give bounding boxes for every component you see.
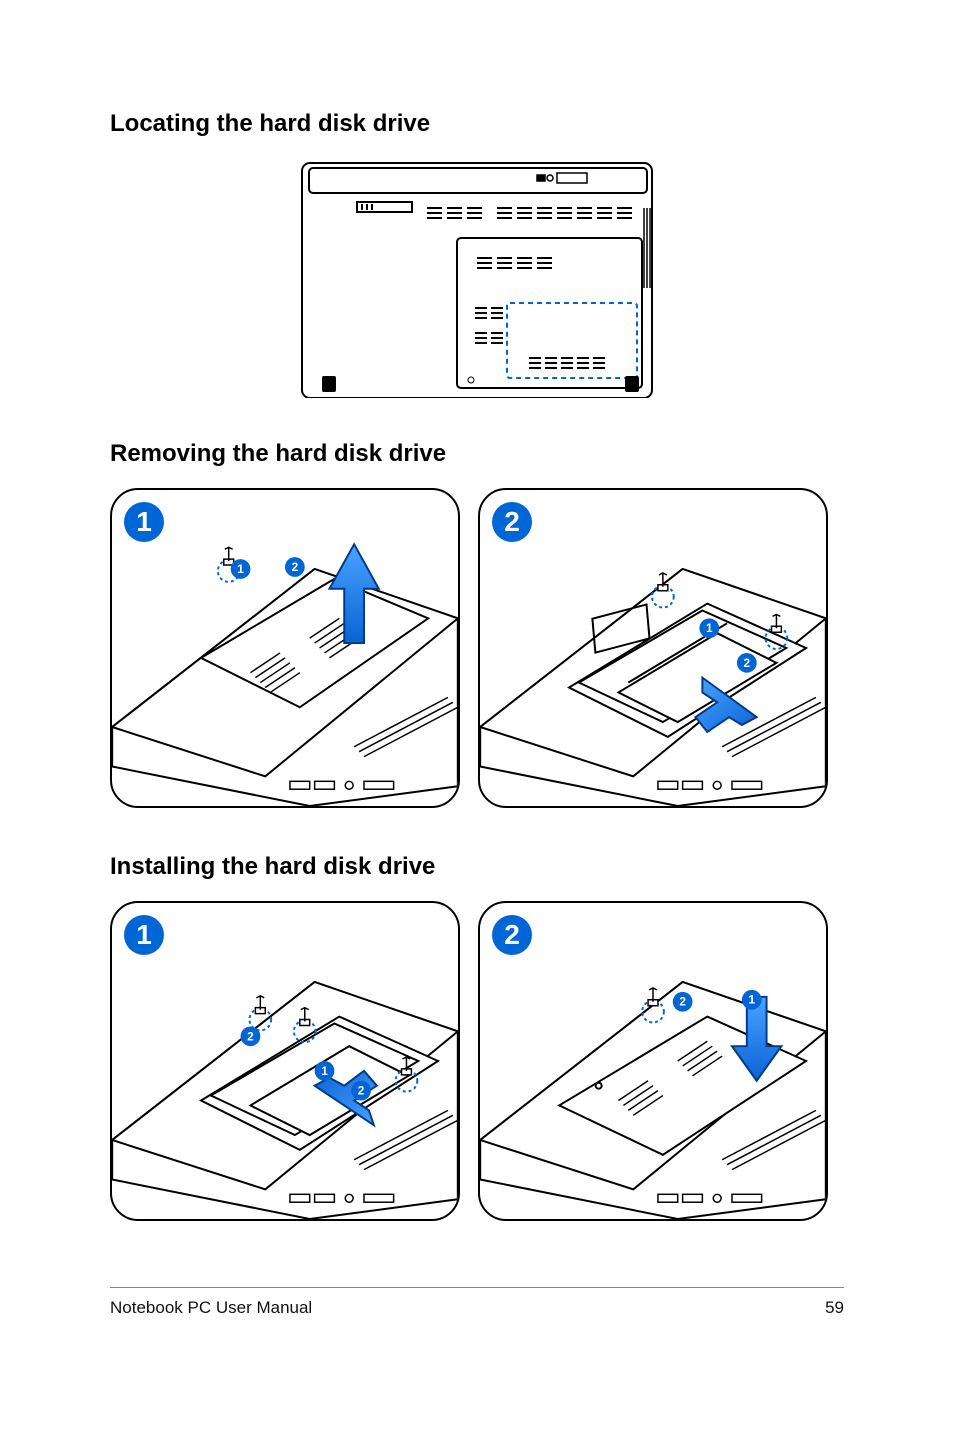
sub-badge: 1: [748, 993, 755, 1007]
installing-steps: 1: [110, 901, 844, 1221]
removing-step-1-diagram: 1 2: [112, 490, 458, 806]
installing-step-1-diagram: 2 1 2: [112, 903, 458, 1219]
installing-step-2-diagram: 2 1: [480, 903, 826, 1219]
sub-badge: 2: [292, 560, 299, 574]
removing-step-2-panel: 2: [478, 488, 828, 808]
removing-steps: 1: [110, 488, 844, 808]
sub-badge: 1: [237, 562, 244, 576]
page-footer: Notebook PC User Manual 59: [110, 1287, 844, 1318]
locating-title: Locating the hard disk drive: [110, 110, 844, 138]
footer-page-number: 59: [825, 1298, 844, 1318]
sub-badge: 1: [706, 621, 713, 635]
removing-section: Removing the hard disk drive 1: [110, 440, 844, 808]
installing-section: Installing the hard disk drive 1: [110, 853, 844, 1221]
footer-left: Notebook PC User Manual: [110, 1298, 312, 1318]
locating-section: Locating the hard disk drive: [110, 110, 844, 398]
installing-step-1-panel: 1: [110, 901, 460, 1221]
installing-title: Installing the hard disk drive: [110, 853, 844, 881]
step-badge: 1: [124, 915, 164, 955]
sub-badge: 2: [358, 1084, 365, 1098]
removing-step-1-panel: 1: [110, 488, 460, 808]
sub-badge: 2: [744, 656, 751, 670]
step-badge: 1: [124, 502, 164, 542]
installing-step-2-panel: 2: [478, 901, 828, 1221]
sub-badge: 1: [321, 1064, 328, 1078]
locating-diagram: [297, 158, 657, 398]
step-badge: 2: [492, 915, 532, 955]
sub-badge: 2: [247, 1029, 254, 1043]
step-badge: 2: [492, 502, 532, 542]
removing-step-2-diagram: 1 2: [480, 490, 826, 806]
removing-title: Removing the hard disk drive: [110, 440, 844, 468]
sub-badge: 2: [679, 995, 686, 1009]
manual-page: Locating the hard disk drive: [0, 0, 954, 1438]
